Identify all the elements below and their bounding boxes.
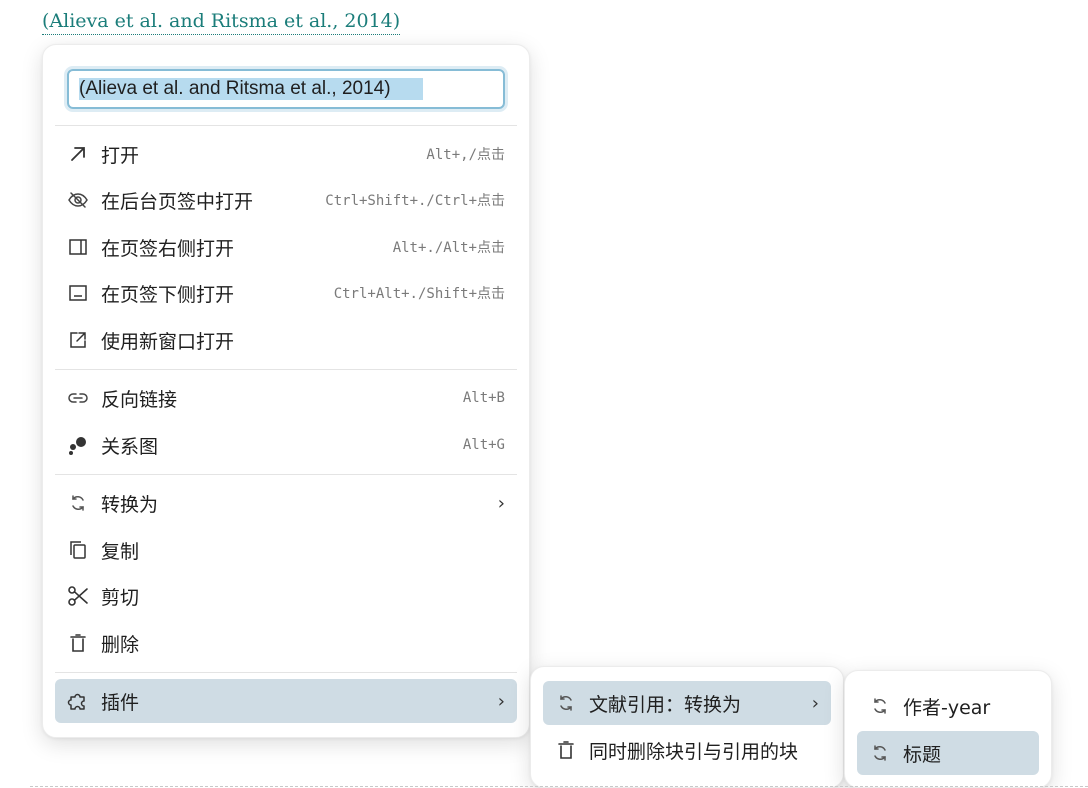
menu-item-open-bottom[interactable]: 在页签下侧打开 Ctrl+Alt+./Shift+点击 (55, 271, 517, 315)
convert-icon (555, 692, 577, 714)
menu-item-label: 使用新窗口打开 (101, 330, 235, 353)
subsubmenu-item-author-year[interactable]: 作者-year (857, 684, 1039, 728)
trash-icon (555, 739, 577, 761)
menu-item-graph[interactable]: 关系图 Alt+G (55, 423, 517, 467)
subsubmenu-item-title[interactable]: 标题 (857, 731, 1039, 775)
menu-item-label: 在页签右侧打开 (101, 237, 235, 260)
scissors-icon (67, 585, 89, 607)
rename-input[interactable] (79, 78, 493, 100)
separator (55, 672, 517, 673)
link-icon (67, 387, 89, 409)
graph-icon (67, 434, 89, 456)
shortcut-hint: Alt+./Alt+点击 (392, 240, 505, 256)
menu-item-convert[interactable]: 转换为 › (55, 481, 517, 525)
menu-item-cut[interactable]: 剪切 (55, 574, 517, 618)
plugin-icon (67, 690, 89, 712)
shortcut-hint: Alt+B (462, 390, 505, 406)
rename-field-wrapper (67, 69, 505, 109)
shortcut-hint: Ctrl+Shift+./Ctrl+点击 (325, 193, 505, 209)
chevron-right-icon: › (811, 692, 819, 714)
eye-off-icon (67, 189, 89, 211)
submenu-item-citation-convert[interactable]: 文献引用：转换为 › (543, 681, 831, 725)
menu-item-label: 文献引用：转换为 (589, 693, 742, 716)
menu-item-open[interactable]: 打开 Alt+,/点击 (55, 132, 517, 176)
plugin-submenu: 文献引用：转换为 › 同时删除块引与引用的块 (530, 666, 844, 788)
arrow-up-right-icon (67, 143, 89, 165)
shortcut-hint: Ctrl+Alt+./Shift+点击 (333, 286, 505, 302)
submenu-item-delete-ref[interactable]: 同时删除块引与引用的块 (543, 728, 831, 772)
menu-item-label: 在后台页签中打开 (101, 190, 254, 213)
menu-item-plugins[interactable]: 插件 › (55, 679, 517, 723)
chevron-right-icon: › (497, 492, 505, 514)
dashed-divider (30, 786, 1088, 787)
menu-item-label: 在页签下侧打开 (101, 283, 235, 306)
menu-item-open-right[interactable]: 在页签右侧打开 Alt+./Alt+点击 (55, 225, 517, 269)
shortcut-hint: Alt+,/点击 (426, 147, 505, 163)
menu-item-label: 剪切 (101, 586, 140, 609)
convert-icon (869, 742, 891, 764)
menu-item-label: 标题 (903, 743, 942, 766)
menu-item-label: 作者-year (903, 696, 991, 719)
chevron-right-icon: › (497, 690, 505, 712)
separator (55, 474, 517, 475)
menu-item-backlinks[interactable]: 反向链接 Alt+B (55, 376, 517, 420)
menu-item-delete[interactable]: 删除 (55, 621, 517, 665)
menu-item-label: 转换为 (101, 493, 159, 516)
external-window-icon (67, 329, 89, 351)
convert-icon (67, 492, 89, 514)
copy-icon (67, 539, 89, 561)
trash-icon (67, 632, 89, 654)
separator (55, 369, 517, 370)
convert-icon (869, 695, 891, 717)
citation-format-submenu: 作者-year 标题 (844, 670, 1052, 788)
menu-item-label: 插件 (101, 691, 140, 714)
menu-item-copy[interactable]: 复制 (55, 528, 517, 572)
shortcut-hint: Alt+G (462, 437, 505, 453)
menu-item-label: 复制 (101, 540, 140, 563)
citation-link[interactable]: (Alieva et al. and Ritsma et al., 2014) (42, 8, 401, 35)
menu-item-label: 反向链接 (101, 388, 178, 411)
menu-item-label: 删除 (101, 633, 140, 656)
menu-item-label: 打开 (101, 144, 140, 167)
menu-item-label: 同时删除块引与引用的块 (589, 740, 799, 763)
menu-item-open-background-tab[interactable]: 在后台页签中打开 Ctrl+Shift+./Ctrl+点击 (55, 178, 517, 222)
separator (55, 125, 517, 126)
context-menu: 打开 Alt+,/点击 在后台页签中打开 Ctrl+Shift+./Ctrl+点… (42, 44, 530, 738)
split-bottom-icon (67, 282, 89, 304)
menu-item-label: 关系图 (101, 435, 159, 458)
split-right-icon (67, 236, 89, 258)
menu-item-open-new-window[interactable]: 使用新窗口打开 (55, 318, 517, 362)
